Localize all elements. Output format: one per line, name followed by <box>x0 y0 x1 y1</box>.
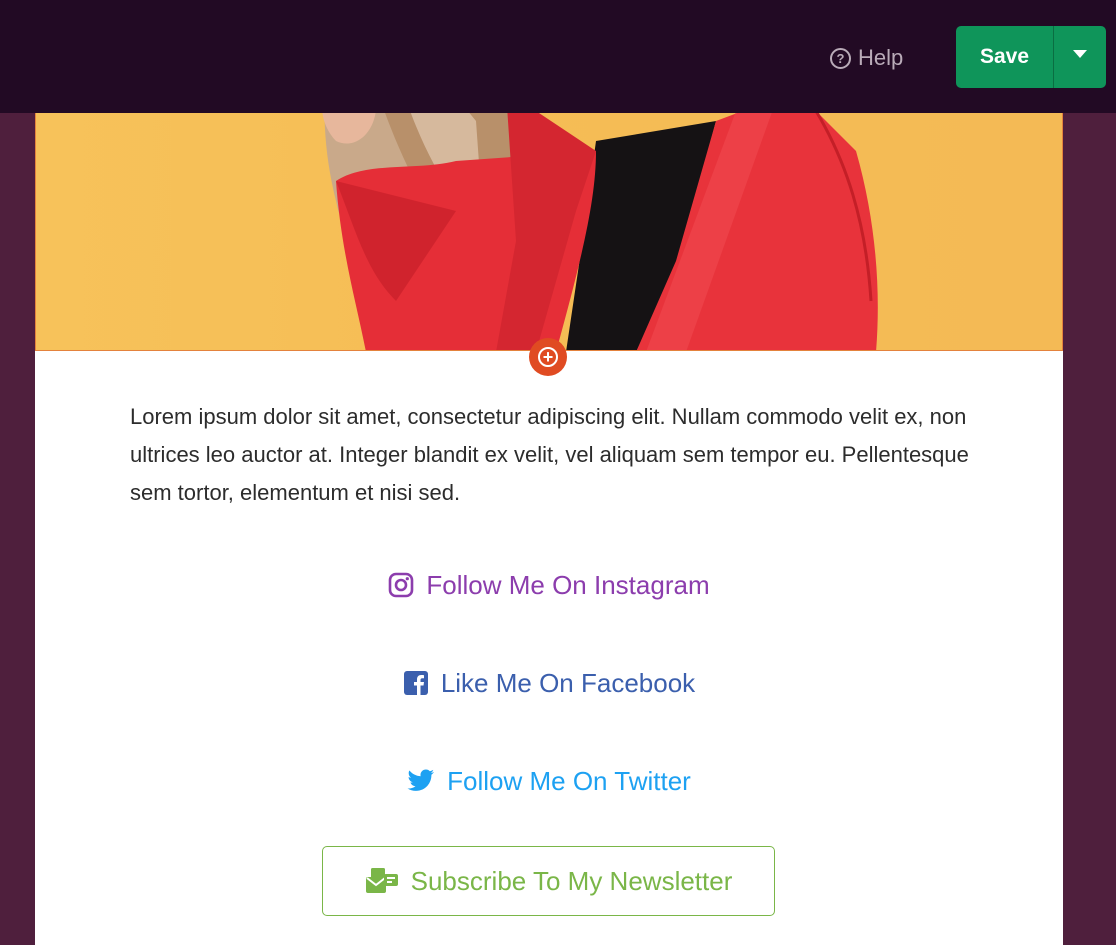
newsletter-icon <box>365 868 398 893</box>
twitter-icon <box>407 769 435 791</box>
facebook-icon <box>403 671 428 695</box>
landing-page-canvas: + Lorem ipsum dolor sit amet, consectetu… <box>35 0 1063 945</box>
add-block-button[interactable]: + <box>529 338 567 376</box>
help-link[interactable]: ? Help <box>830 42 903 74</box>
plus-circle-icon: + <box>538 347 558 367</box>
instagram-icon <box>389 572 414 598</box>
caret-down-icon <box>1073 50 1087 58</box>
editor-toolbar: ? Help Save <box>0 0 1116 113</box>
save-button[interactable]: Save <box>956 26 1053 88</box>
help-label: Help <box>858 45 904 70</box>
intro-paragraph: Lorem ipsum dolor sit amet, consectetur … <box>130 404 969 505</box>
question-circle-icon: ? <box>830 47 851 69</box>
save-options-button[interactable] <box>1054 26 1106 88</box>
newsletter-button[interactable]: Subscribe To My Newsletter <box>322 846 775 916</box>
instagram-link[interactable]: Follow Me On Instagram <box>35 565 1063 605</box>
facebook-link[interactable]: Like Me On Facebook <box>35 663 1063 703</box>
newsletter-button-label: Subscribe To My Newsletter <box>410 865 733 896</box>
instagram-link-label: Follow Me On Instagram <box>426 569 710 600</box>
save-button-group: Save <box>956 26 1106 88</box>
twitter-link-label: Follow Me On Twitter <box>447 765 691 796</box>
facebook-link-label: Like Me On Facebook <box>440 667 696 698</box>
twitter-link[interactable]: Follow Me On Twitter <box>35 761 1063 801</box>
